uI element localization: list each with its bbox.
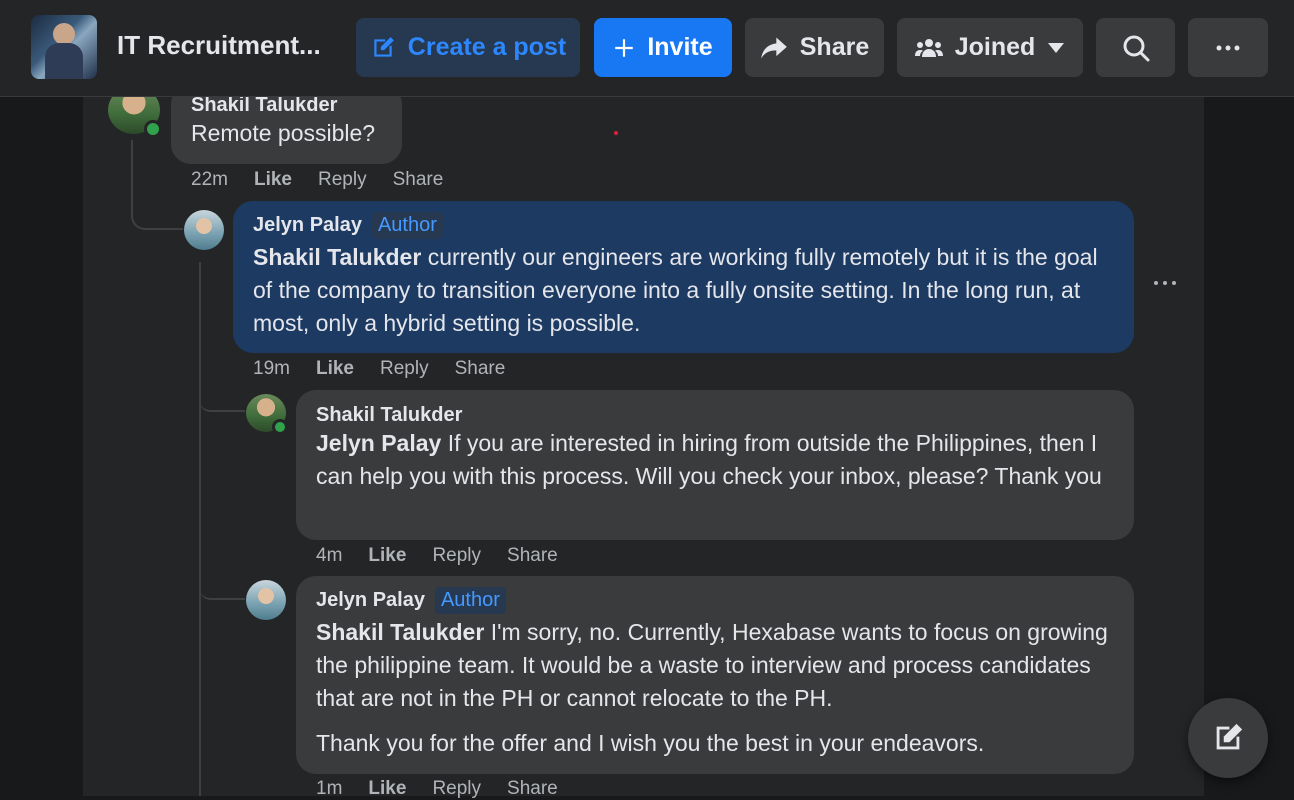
author-badge: Author bbox=[434, 587, 506, 614]
comment-text-paragraph: Thank you for the offer and I wish you t… bbox=[316, 730, 985, 756]
comment-author[interactable]: Shakil Talukder bbox=[191, 94, 382, 117]
comment-actions: 1m Like Reply Share bbox=[316, 778, 584, 800]
share-group-button[interactable]: Share bbox=[745, 18, 884, 77]
invite-button[interactable]: Invite bbox=[594, 18, 732, 77]
comment-time[interactable]: 19m bbox=[253, 358, 290, 380]
comment-options-button[interactable] bbox=[1153, 266, 1177, 286]
comment-author[interactable]: Jelyn Palay bbox=[253, 214, 362, 237]
invite-label: Invite bbox=[647, 33, 713, 61]
create-post-label: Create a post bbox=[407, 33, 567, 61]
like-button[interactable]: Like bbox=[316, 358, 354, 380]
comment-text: Remote possible? bbox=[191, 120, 376, 146]
create-post-button[interactable]: Create a post bbox=[356, 18, 580, 77]
comment-bubble: Shakil Talukder Jelyn Palay If you are i… bbox=[296, 390, 1134, 540]
thread-line bbox=[199, 578, 245, 600]
group-title[interactable]: IT Recruitment... bbox=[117, 30, 321, 61]
search-icon bbox=[1123, 35, 1149, 61]
plus-icon bbox=[615, 38, 634, 57]
share-button[interactable]: Share bbox=[393, 169, 444, 191]
comment-actions: 4m Like Reply Share bbox=[316, 545, 584, 567]
reply-button[interactable]: Reply bbox=[318, 169, 367, 191]
people-icon bbox=[914, 38, 943, 57]
comment-actions: 22m Like Reply Share bbox=[191, 169, 469, 191]
author-badge: Author bbox=[371, 212, 443, 239]
comment-author[interactable]: Shakil Talukder bbox=[316, 404, 1114, 427]
ellipsis-icon bbox=[1154, 281, 1176, 285]
comment-author[interactable]: Jelyn Palay bbox=[316, 589, 425, 612]
compose-icon bbox=[1216, 723, 1243, 750]
thread-line bbox=[199, 390, 245, 412]
group-cover-thumbnail[interactable] bbox=[31, 15, 97, 79]
comment-bubble: Jelyn Palay Author Shakil Talukder I'm s… bbox=[296, 576, 1134, 774]
comment-time[interactable]: 1m bbox=[316, 778, 342, 800]
reply-button[interactable]: Reply bbox=[380, 358, 429, 380]
caret-down-icon bbox=[1048, 42, 1065, 53]
share-arrow-icon bbox=[760, 37, 787, 58]
share-button[interactable]: Share bbox=[455, 358, 506, 380]
joined-dropdown-button[interactable]: Joined bbox=[897, 18, 1083, 77]
comment-text: Shakil Talukder I'm sorry, no. Currently… bbox=[316, 616, 1114, 715]
like-button[interactable]: Like bbox=[368, 545, 406, 567]
search-button[interactable] bbox=[1096, 18, 1175, 77]
group-header-bar: IT Recruitment... Create a post Invite S… bbox=[0, 0, 1294, 97]
mention-link[interactable]: Jelyn Palay bbox=[316, 430, 441, 456]
thread-line bbox=[199, 262, 203, 796]
reply-button[interactable]: Reply bbox=[432, 778, 481, 800]
mention-link[interactable]: Shakil Talukder bbox=[253, 244, 421, 270]
comment-text: Jelyn Palay If you are interested in hir… bbox=[316, 427, 1114, 493]
share-label: Share bbox=[799, 33, 870, 61]
share-button[interactable]: Share bbox=[507, 778, 558, 800]
avatar[interactable] bbox=[184, 210, 224, 250]
joined-label: Joined bbox=[954, 33, 1036, 61]
comment-bubble-highlighted: Jelyn Palay Author Shakil Talukder curre… bbox=[233, 201, 1134, 353]
online-status-dot bbox=[144, 120, 162, 138]
new-message-button[interactable] bbox=[1188, 698, 1268, 778]
cursor-marker bbox=[614, 131, 618, 135]
reply-button[interactable]: Reply bbox=[432, 545, 481, 567]
like-button[interactable]: Like bbox=[254, 169, 292, 191]
comment-actions: 19m Like Reply Share bbox=[253, 358, 531, 380]
comment-time[interactable]: 22m bbox=[191, 169, 228, 191]
mention-link[interactable]: Shakil Talukder bbox=[316, 619, 484, 645]
comment-time[interactable]: 4m bbox=[316, 545, 342, 567]
share-button[interactable]: Share bbox=[507, 545, 558, 567]
edit-icon bbox=[374, 36, 394, 57]
comment-text: Shakil Talukder currently our engineers … bbox=[253, 241, 1114, 340]
ellipsis-icon bbox=[1216, 45, 1240, 50]
online-status-dot bbox=[272, 419, 288, 435]
more-options-button[interactable] bbox=[1188, 18, 1268, 77]
like-button[interactable]: Like bbox=[368, 778, 406, 800]
avatar[interactable] bbox=[246, 580, 286, 620]
